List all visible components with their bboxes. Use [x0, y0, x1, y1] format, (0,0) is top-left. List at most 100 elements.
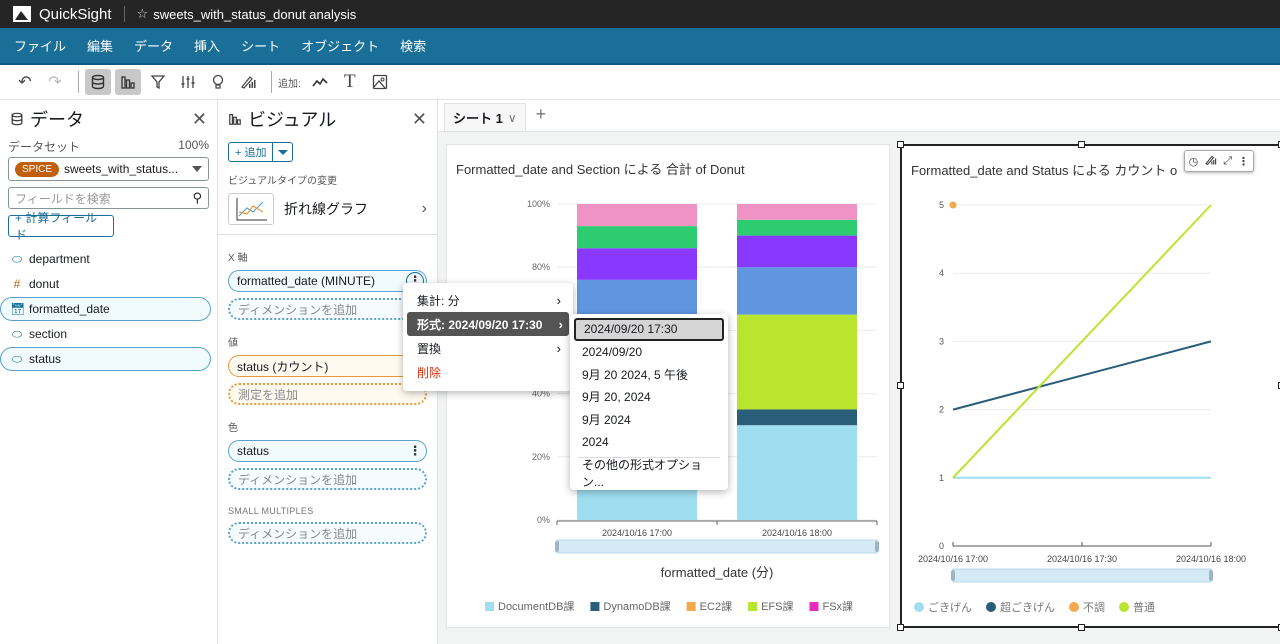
top-bar: QuickSight ☆ sweets_with_status_donut an…: [0, 0, 1280, 28]
close-icon[interactable]: ✕: [412, 109, 427, 130]
format-option[interactable]: 2024/09/20 17:30: [574, 318, 724, 341]
add-visual-split-button: + 追加: [228, 142, 427, 162]
add-visual-button[interactable]: + 追加: [228, 142, 274, 162]
bar-segment: [737, 409, 857, 426]
divider: [271, 71, 272, 93]
color-well-label: 色: [228, 423, 238, 434]
field-department[interactable]: ⬭ department: [0, 247, 211, 271]
format-option[interactable]: 9月 20 2024, 5 午後: [570, 363, 728, 386]
color-field-pill[interactable]: status ⋮: [228, 440, 427, 462]
app-name: QuickSight: [39, 5, 112, 23]
legend-label: EC2課: [700, 599, 732, 613]
menu-item-label: 置換: [417, 341, 442, 356]
menu-data[interactable]: データ: [134, 36, 173, 55]
dataset-select[interactable]: SPICE sweets_with_status...: [8, 157, 209, 181]
menu-item-replace[interactable]: 置換 ›: [403, 336, 573, 360]
field-list: ⬭ department # donut 📅︎ formatted_date ⬭ sec…: [0, 247, 217, 371]
insights-icon[interactable]: [205, 69, 231, 95]
themes-icon[interactable]: [235, 69, 261, 95]
chevron-down-icon[interactable]: ∨: [508, 111, 517, 125]
chevron-right-icon: ›: [556, 340, 561, 356]
divider: [78, 71, 79, 93]
dataset-name: sweets_with_status...: [64, 162, 179, 176]
x-axis-field-pill[interactable]: formatted_date (MINUTE) ⋮: [228, 270, 427, 292]
resize-handle[interactable]: [1078, 624, 1085, 631]
menu-item-label: 集計: 分: [417, 293, 460, 308]
legend-label: 超ごきげん: [1000, 600, 1055, 614]
add-image-icon[interactable]: [367, 69, 393, 95]
line-visual[interactable]: Formatted_date and Status による カウント o 012…: [897, 141, 1280, 631]
add-dimension-color[interactable]: ディメンションを追加: [228, 468, 427, 490]
visual-icon[interactable]: [115, 69, 141, 95]
visual-type-selector[interactable]: 折れ線グラフ ›: [218, 192, 437, 226]
resize-handle[interactable]: [897, 382, 904, 389]
chevron-right-icon: ›: [421, 200, 427, 217]
range-scrollbar: [952, 568, 1212, 583]
format-option[interactable]: 2024: [570, 431, 728, 454]
resize-handle[interactable]: [897, 624, 904, 631]
menu-file[interactable]: ファイル: [14, 36, 66, 55]
quicksight-logo-icon[interactable]: [13, 6, 31, 22]
analysis-title[interactable]: sweets_with_status_donut analysis: [153, 7, 356, 22]
resize-handle[interactable]: [1078, 141, 1085, 148]
menu-edit[interactable]: 編集: [87, 36, 113, 55]
clock-icon[interactable]: ◷: [1189, 155, 1199, 168]
menu-item-aggregate[interactable]: 集計: 分 ›: [403, 288, 573, 312]
more-format-options[interactable]: その他の形式オプション...: [570, 458, 728, 489]
field-donut[interactable]: # donut: [0, 272, 211, 296]
y-tick-label: 4: [939, 268, 944, 278]
field-formatted-date[interactable]: 📅︎ formatted_date: [0, 297, 211, 321]
field-label: status: [29, 352, 62, 366]
legend-label: ごきげん: [928, 600, 972, 614]
undo-icon[interactable]: ↶: [12, 69, 38, 95]
add-dimension-x-axis[interactable]: ディメンションを追加: [228, 298, 427, 320]
format-option[interactable]: 9月 2024: [570, 408, 728, 431]
search-icon: ⚲: [192, 190, 202, 205]
value-field-pill[interactable]: status (カウント): [228, 355, 427, 377]
add-sheet-icon[interactable]: +: [536, 104, 547, 125]
menu-sheet[interactable]: シート: [241, 36, 280, 55]
tab-sheet-1[interactable]: シート 1 ∨: [444, 103, 526, 131]
chevron-down-icon: [192, 166, 202, 172]
menu-insert[interactable]: 挿入: [194, 36, 220, 55]
more-options-icon[interactable]: ⋮: [1238, 155, 1249, 168]
field-search-input[interactable]: フィールドを検索 ⚲: [8, 187, 209, 209]
dimension-icon: ⬭: [11, 351, 23, 366]
more-options-icon[interactable]: ⋮: [406, 442, 424, 460]
bar-segment: [737, 267, 857, 315]
field-section[interactable]: ⬭ section: [0, 322, 211, 346]
close-icon[interactable]: ✕: [192, 109, 207, 130]
add-measure-value[interactable]: 測定を追加: [228, 383, 427, 405]
scrollbar-handle-right: [1209, 570, 1213, 581]
data-panel: データ ✕ データセット 100% SPICE sweets_with_stat…: [0, 100, 218, 644]
format-option[interactable]: 9月 20, 2024: [570, 386, 728, 409]
add-line-icon[interactable]: [307, 69, 333, 95]
parameters-icon[interactable]: [175, 69, 201, 95]
visual-toolbar: ◷ ⤢ ⋮: [1183, 150, 1254, 172]
legend-label: DocumentDB課: [498, 599, 574, 613]
add-text-icon[interactable]: T: [337, 69, 363, 95]
format-option[interactable]: 2024/09/20: [570, 341, 728, 364]
format-visual-icon[interactable]: [1204, 154, 1217, 169]
legend-swatch: [986, 602, 996, 612]
y-tick-label: 20%: [532, 452, 550, 462]
data-icon[interactable]: [85, 69, 111, 95]
x-tick-label: 2024/10/16 18:00: [762, 528, 832, 538]
filter-icon[interactable]: [145, 69, 171, 95]
menu-search[interactable]: 検索: [400, 36, 426, 55]
legend-swatch: [485, 602, 494, 611]
menu-item-delete[interactable]: 削除: [403, 360, 573, 384]
chevron-down-icon[interactable]: [273, 142, 294, 162]
add-calculated-field-button[interactable]: + 計算フィールド: [8, 211, 114, 242]
dimension-icon: ⬭: [11, 326, 23, 341]
legend-swatch: [809, 602, 819, 611]
menu-object[interactable]: オブジェクト: [301, 36, 379, 55]
star-icon[interactable]: ☆: [137, 6, 149, 22]
redo-icon[interactable]: ↷: [42, 69, 68, 95]
field-context-menu: 集計: 分 › 形式: 2024/09/20 17:30 › 置換 › 削除: [403, 283, 573, 391]
expand-icon[interactable]: ⤢: [1223, 155, 1232, 168]
add-dimension-small-multiples[interactable]: ディメンションを追加: [228, 522, 427, 544]
menu-item-format[interactable]: 形式: 2024/09/20 17:30 ›: [407, 312, 569, 336]
resize-handle[interactable]: [897, 141, 904, 148]
field-status[interactable]: ⬭ status: [0, 347, 211, 371]
